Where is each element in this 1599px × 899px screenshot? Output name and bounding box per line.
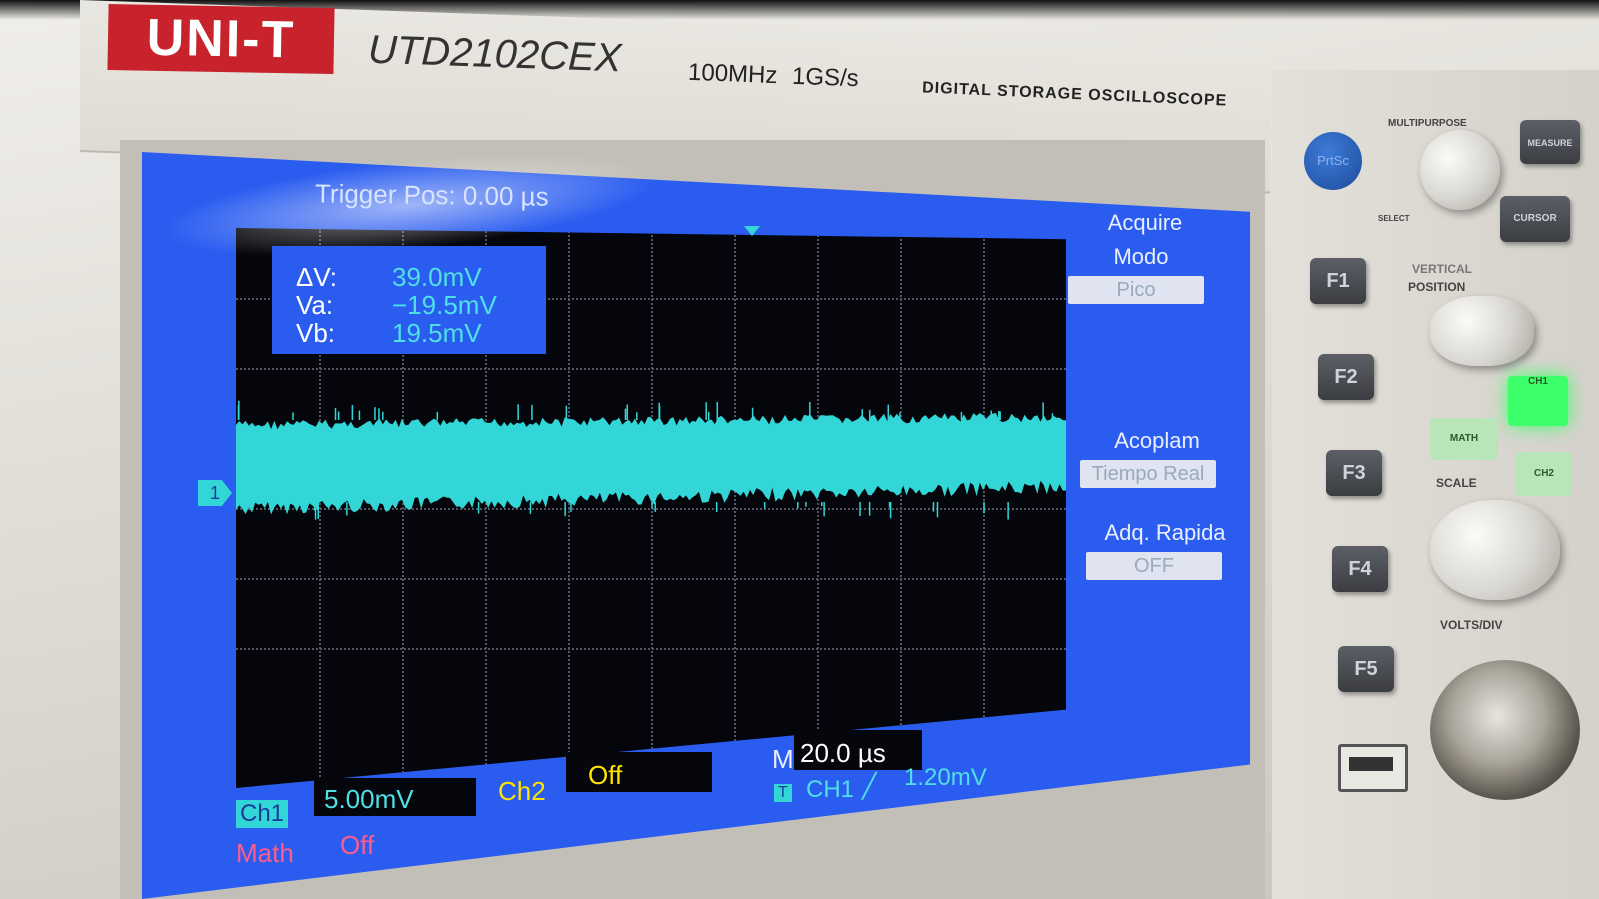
- timebase-value: 20.0 µs: [800, 738, 886, 768]
- ch1-scale: 5.00mV: [324, 784, 414, 814]
- va-label: Va:: [296, 290, 334, 320]
- volts-div-knob[interactable]: [1430, 500, 1560, 600]
- cursor-button[interactable]: CURSOR: [1500, 196, 1570, 242]
- model-name: UTD2102CEX: [367, 27, 623, 81]
- prtsc-label: PrtSc: [1317, 153, 1349, 168]
- multipurpose-knob[interactable]: [1420, 130, 1500, 210]
- coupling-value[interactable]: Tiempo Real: [1080, 460, 1216, 488]
- ch1-label: Ch1: [236, 800, 289, 828]
- trigger-position: Trigger Pos: 0.00 µs: [314, 178, 549, 212]
- cursor-readout: ΔV: 39.0mV Va: −19.5mV Vb: 19.5mV: [272, 246, 546, 354]
- f5-button[interactable]: F5: [1338, 646, 1394, 692]
- ch2-value: Off: [588, 760, 623, 790]
- f4-button[interactable]: F4: [1332, 546, 1388, 592]
- math-button-label: MATH: [1449, 433, 1479, 444]
- brand-logo: UNI-T: [107, 4, 335, 74]
- trigger-level: 1.20mV: [904, 764, 987, 791]
- trigger-marker-top: [744, 226, 760, 236]
- ch1-bnc-connector[interactable]: [1430, 660, 1580, 800]
- position-label: POSITION: [1408, 280, 1466, 294]
- measure-label: MEASURE: [1527, 138, 1573, 148]
- f1-label: F1: [1326, 270, 1350, 292]
- prtsc-button[interactable]: PrtSc: [1304, 132, 1362, 190]
- delta-v-value: 39.0mV: [392, 262, 482, 292]
- volts-div-label: VOLTS/DIV: [1440, 618, 1503, 632]
- measure-button[interactable]: MEASURE: [1520, 120, 1580, 164]
- vb-label: Vb:: [296, 318, 336, 348]
- math-label: Math: [236, 838, 294, 868]
- menu-title: Acquire: [1107, 210, 1183, 235]
- cursor-label: CURSOR: [1513, 213, 1557, 224]
- trigger-edge-icon: ╱: [862, 773, 877, 800]
- f1-button[interactable]: F1: [1310, 258, 1366, 304]
- ch2-button[interactable]: CH2: [1516, 452, 1572, 496]
- ch1-led-button[interactable]: CH1: [1508, 376, 1568, 426]
- fast-acq-label: Adq. Rapida: [1104, 520, 1226, 545]
- vertical-label: VERTICAL: [1412, 262, 1472, 276]
- f3-label: F3: [1342, 462, 1366, 484]
- coupling-label: Acoplam: [1114, 428, 1200, 453]
- grid-line: [236, 368, 1066, 370]
- vertical-position-knob[interactable]: [1430, 296, 1534, 366]
- mode-label: Modo: [1113, 244, 1169, 269]
- ch1-led-label: CH1: [1527, 376, 1548, 387]
- f2-label: F2: [1334, 366, 1358, 388]
- grid-line: [236, 578, 1066, 580]
- delta-v-label: ΔV:: [296, 262, 337, 292]
- f3-button[interactable]: F3: [1326, 450, 1382, 496]
- grid-line: [236, 648, 1066, 650]
- trace-band: [236, 413, 1066, 515]
- math-button[interactable]: MATH: [1430, 418, 1498, 460]
- timebase-prefix: M: [772, 744, 794, 774]
- usb-port[interactable]: [1338, 744, 1408, 792]
- fast-acq-value[interactable]: OFF: [1086, 552, 1222, 580]
- ch2-label: Ch2: [498, 776, 546, 806]
- multipurpose-label: MULTIPURPOSE: [1388, 118, 1467, 129]
- mode-value[interactable]: Pico: [1068, 276, 1204, 304]
- ch1-ground-marker-label: 1: [209, 483, 220, 503]
- va-value: −19.5mV: [392, 290, 497, 320]
- f2-button[interactable]: F2: [1318, 354, 1374, 400]
- trigger-marker: T: [774, 784, 792, 802]
- f5-label: F5: [1354, 658, 1378, 680]
- ch2-button-label: CH2: [1533, 468, 1554, 479]
- vb-value: 19.5mV: [392, 318, 482, 348]
- f4-label: F4: [1348, 558, 1372, 580]
- scale-label: SCALE: [1436, 476, 1477, 490]
- math-value: Off: [340, 830, 375, 860]
- acquire-menu: Acquire Modo Pico Acoplam Tiempo Real Ad…: [1060, 200, 1230, 620]
- ch1-waveform: [236, 400, 1066, 520]
- select-label: SELECT: [1378, 214, 1410, 223]
- trigger-source: CH1: [806, 776, 855, 803]
